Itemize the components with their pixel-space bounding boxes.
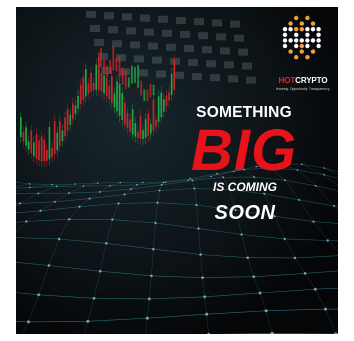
headline-soon: SOON	[214, 202, 276, 224]
promo-banner: HOTCRYPTO Honesty. Opportunity. Transpar…	[16, 7, 338, 334]
headline-big: BIG	[190, 118, 298, 183]
headline-is-coming: IS COMING	[212, 180, 277, 194]
headline: SOMETHING BIG IS COMING SOON	[16, 7, 338, 334]
